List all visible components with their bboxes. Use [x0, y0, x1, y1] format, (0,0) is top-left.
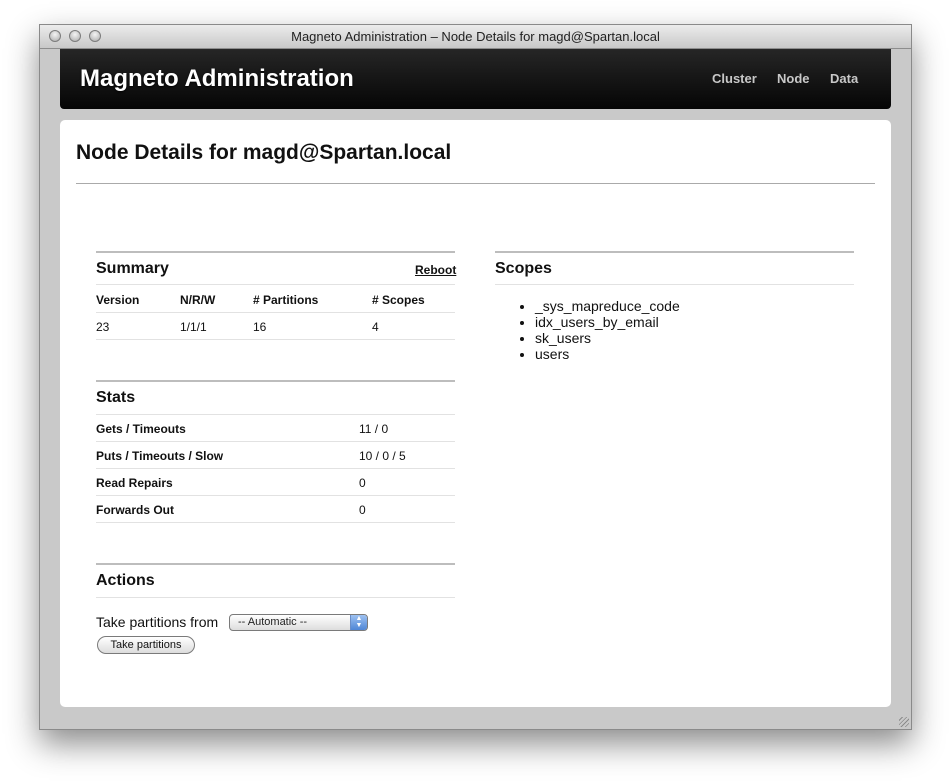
window-titlebar: Magneto Administration – Node Details fo… [40, 25, 911, 49]
summary-col-scopes: # Scopes [372, 293, 425, 307]
top-navbar: Magneto Administration Cluster Node Data [60, 49, 891, 109]
main-content: Node Details for magd@Spartan.local Summ… [60, 120, 891, 707]
stats-rule [96, 414, 455, 415]
list-item: sk_users [535, 330, 680, 346]
stat-label: Gets / Timeouts [96, 422, 186, 436]
actions-divider [96, 563, 455, 565]
list-item: idx_users_by_email [535, 314, 680, 330]
summary-divider [96, 251, 455, 253]
summary-scopes-value: 4 [372, 320, 379, 334]
title-divider [76, 183, 875, 184]
summary-heading: Summary [96, 260, 169, 277]
summary-rule [96, 284, 455, 285]
stat-value: 0 [359, 476, 366, 490]
summary-col-partitions: # Partitions [253, 293, 319, 307]
source-node-select[interactable]: -- Automatic -- ▲ ▼ [229, 614, 368, 631]
scopes-list: _sys_mapreduce_code idx_users_by_email s… [499, 298, 680, 362]
brand-title[interactable]: Magneto Administration [80, 65, 354, 93]
stat-label: Forwards Out [96, 503, 175, 517]
table-row-divider [96, 522, 455, 523]
list-item: users [535, 346, 680, 362]
stats-heading: Stats [96, 389, 136, 406]
window-title: Magneto Administration – Node Details fo… [291, 29, 660, 44]
take-partitions-button[interactable]: Take partitions [97, 636, 195, 654]
stat-value: 10 / 0 / 5 [359, 449, 406, 463]
select-arrows-icon: ▲ ▼ [350, 615, 367, 630]
stat-value: 11 / 0 [359, 422, 389, 436]
scopes-rule [495, 284, 854, 285]
table-row-divider [96, 468, 455, 469]
select-value: -- Automatic -- [238, 616, 308, 628]
summary-col-nrw: N/R/W [180, 293, 216, 307]
reboot-link[interactable]: Reboot [415, 263, 456, 277]
table-row-divider [96, 441, 455, 442]
actions-heading: Actions [96, 572, 155, 589]
summary-version-value: 23 [96, 320, 110, 334]
stat-value: 0 [359, 503, 366, 517]
resize-grip-icon[interactable] [899, 717, 909, 727]
list-item: _sys_mapreduce_code [535, 298, 680, 314]
summary-nrw-value: 1/1/1 [180, 320, 207, 334]
browser-window: Magneto Administration – Node Details fo… [39, 24, 912, 730]
summary-partitions-value: 16 [253, 320, 267, 334]
nav-data[interactable]: Data [830, 71, 858, 86]
nav-node[interactable]: Node [777, 71, 810, 86]
page-title: Node Details for magd@Spartan.local [76, 141, 452, 164]
actions-rule [96, 597, 455, 598]
scopes-heading: Scopes [495, 260, 552, 277]
table-row-divider [96, 339, 455, 340]
stats-divider [96, 380, 455, 382]
stat-label: Read Repairs [96, 476, 173, 490]
stat-label: Puts / Timeouts / Slow [96, 449, 224, 463]
summary-col-version: Version [96, 293, 140, 307]
nav-cluster[interactable]: Cluster [712, 71, 757, 86]
scopes-divider [495, 251, 854, 253]
take-partitions-label: Take partitions from [96, 614, 219, 630]
table-row-divider [96, 495, 455, 496]
table-row-divider [96, 312, 455, 313]
